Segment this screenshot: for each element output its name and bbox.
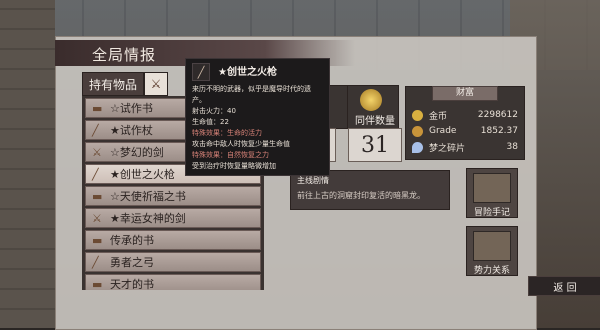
list-item-label: 天才的书: [110, 278, 154, 290]
background-wall-left: [0, 0, 55, 328]
flags-icon: [473, 231, 511, 261]
wealth-label: 梦之碎片: [429, 143, 466, 154]
book-icon: ▬: [92, 234, 103, 247]
item-tooltip: ╱ ★创世之火枪 来历不明的武器，似乎是魔导时代的遗 产。射击火力：40 生命值：2…: [185, 58, 330, 176]
tooltip-line: 产。: [192, 96, 206, 104]
list-item-label: ★创世之火枪: [110, 168, 175, 181]
main-quest-title: 主线剧情: [297, 176, 329, 185]
list-item[interactable]: ╱ 勇者之弓: [85, 252, 261, 272]
staff-icon: ╱: [92, 124, 99, 137]
list-item-label: ☆天使祈福之书: [110, 190, 186, 203]
tooltip-title: ★创世之火枪: [218, 66, 277, 78]
dream-shard-icon: [412, 141, 423, 153]
tab-weapons[interactable]: ⚔: [144, 72, 168, 96]
sword-icon: ⚔: [92, 212, 102, 225]
wealth-row-grade: Grade 1852.37: [412, 124, 518, 138]
wealth-row-gold: 金币 2298612: [412, 108, 518, 122]
adventure-journal-button[interactable]: 冒险手记: [466, 168, 518, 218]
companions-value: 31: [348, 128, 402, 162]
list-item[interactable]: ▬ 传承的书: [85, 230, 261, 250]
tooltip-line: 特殊效果：生命的活力: [192, 129, 262, 137]
list-item[interactable]: ▬ ☆天使祈福之书: [85, 186, 261, 206]
tooltip-line: 特殊效果：自然恢复之力: [192, 151, 269, 159]
tooltip-title-row: ╱ ★创世之火枪: [192, 63, 323, 81]
faction-label: 势力关系: [473, 266, 510, 276]
gold-coin-icon: [412, 109, 423, 121]
book-icon: ▬: [92, 190, 103, 203]
sword-icon: ⚔: [150, 77, 162, 91]
list-item-label: ★试作杖: [110, 124, 153, 137]
tooltip-lines: 来历不明的武器，似乎是魔导时代的遗 产。射击火力：40 生命值：22 特殊效果：生命的…: [192, 84, 323, 172]
list-item-label: ☆梦幻的剑: [110, 146, 164, 159]
companions-label: 同伴数量: [355, 116, 395, 127]
tooltip-line: 受到治疗时恢复量略微增加: [192, 162, 276, 170]
sword-icon: ⚔: [92, 146, 102, 159]
grade-coin-icon: [412, 125, 423, 137]
wealth-row-dream: 梦之碎片 38: [412, 140, 518, 154]
wealth-heading: 财富: [432, 86, 498, 101]
list-item-label: ☆试作书: [110, 102, 153, 115]
faction-relations-button[interactable]: 势力关系: [466, 226, 518, 276]
main-quest-box: 主线剧情 前往上古的洞窟封印复活的暗黑龙。: [290, 170, 450, 210]
tooltip-line: 生命值：22: [192, 118, 229, 126]
medal-icon: [360, 89, 382, 111]
wealth-value: 38: [506, 142, 518, 152]
list-item[interactable]: ▬ 天才的书: [85, 274, 261, 290]
wealth-label: 金币: [429, 111, 448, 122]
wealth-value: 2298612: [477, 110, 518, 120]
gun-icon: ╱: [192, 63, 210, 81]
main-quest-desc: 前往上古的洞窟封印复活的暗黑龙。: [297, 191, 425, 200]
list-item-label: 传承的书: [110, 234, 154, 247]
list-item-label: ★幸运女神的剑: [110, 212, 186, 225]
tooltip-line: 攻击命中敌人时恢复少量生命值: [192, 140, 290, 148]
book-icon: ▬: [92, 278, 103, 290]
book-icon: ▬: [92, 102, 103, 115]
wealth-value: 1852.37: [480, 126, 518, 136]
bow-icon: ╱: [92, 256, 99, 269]
journal-label: 冒险手记: [473, 208, 510, 218]
gun-icon: ╱: [92, 168, 99, 181]
list-item[interactable]: ⚔ ★幸运女神的剑: [85, 208, 261, 228]
journal-icon: [473, 173, 511, 203]
tooltip-line: 射击火力：40: [192, 107, 236, 115]
window-title: 全局情报: [92, 46, 157, 64]
back-button[interactable]: 返 回: [528, 276, 600, 296]
list-item-label: 勇者之弓: [110, 256, 154, 269]
tab-held-items[interactable]: 持有物品: [82, 72, 144, 96]
wealth-label: Grade: [429, 126, 457, 136]
tooltip-line: 来历不明的武器，似乎是魔导时代的遗: [192, 85, 311, 93]
